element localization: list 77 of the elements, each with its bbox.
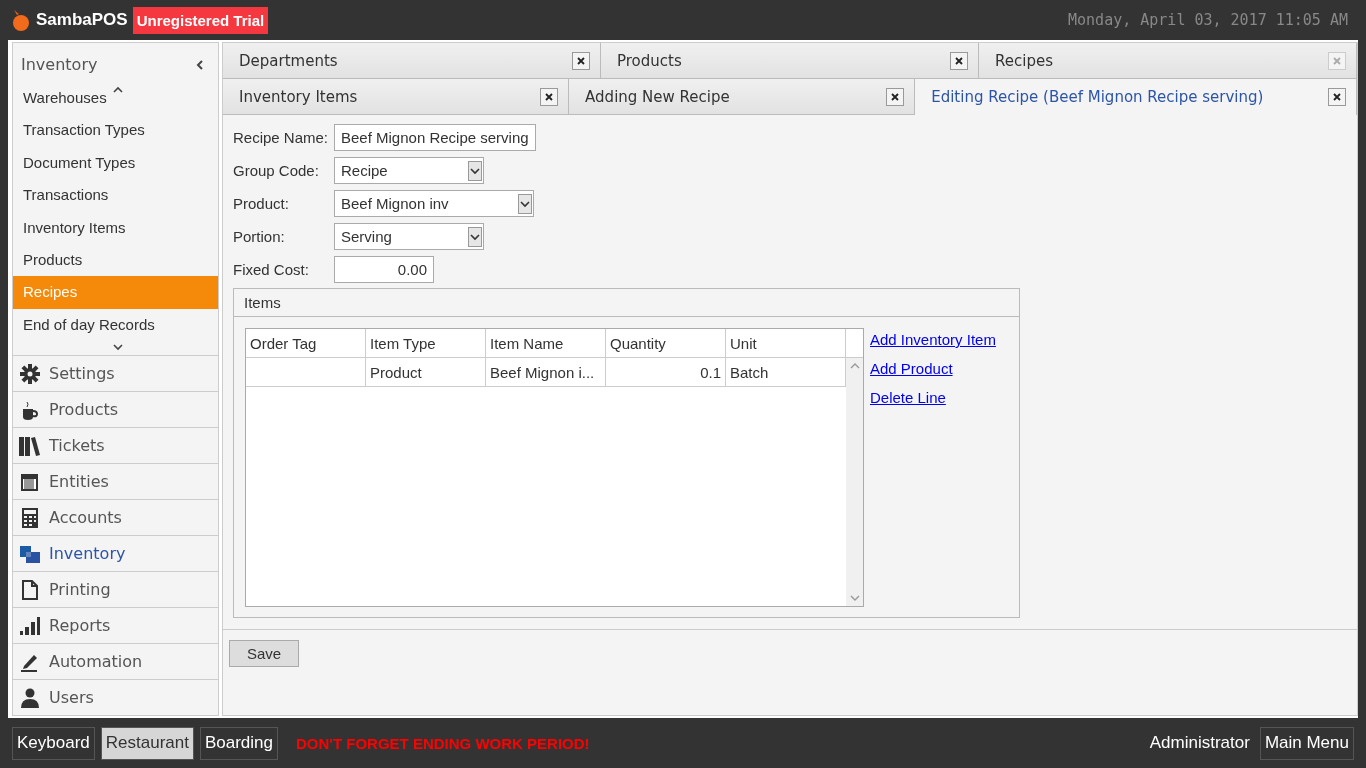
mode-button[interactable]: Keyboard xyxy=(12,726,95,760)
books-icon xyxy=(19,434,41,457)
field-label: Portion: xyxy=(233,228,286,245)
link[interactable]: Delete Line xyxy=(870,389,996,406)
tab[interactable]: Recipes xyxy=(979,43,1357,79)
table-cell: Product xyxy=(366,358,486,386)
sidebar-item[interactable]: Transaction Types xyxy=(13,114,218,147)
tab[interactable]: Departments xyxy=(223,43,601,79)
calculator-icon xyxy=(19,506,41,529)
sidebar-item[interactable]: Transactions xyxy=(13,179,218,212)
field-label: Recipe Name: xyxy=(233,129,330,146)
mode-button[interactable]: Boarding xyxy=(199,726,278,760)
module-button[interactable]: Reports xyxy=(13,608,218,644)
close-button[interactable] xyxy=(1328,88,1346,106)
dropdown[interactable]: Beef Mignon inv xyxy=(334,190,534,217)
sidebar-item[interactable]: Warehouses xyxy=(13,82,218,115)
field-label: Group Code: xyxy=(233,162,320,179)
scroll-up-icon[interactable] xyxy=(113,86,123,93)
column-header: Item Name xyxy=(486,329,606,357)
user-icon xyxy=(19,686,41,709)
tab[interactable]: Inventory Items xyxy=(223,79,570,115)
dropdown[interactable]: Serving xyxy=(334,223,484,250)
tab[interactable]: Adding New Recipe xyxy=(569,79,916,115)
field-label: Product: xyxy=(233,195,290,212)
link[interactable]: Add Inventory Item xyxy=(870,331,996,348)
page-icon xyxy=(19,578,41,601)
group-title: Items xyxy=(244,294,281,311)
sidebar-item[interactable]: Products xyxy=(13,243,218,277)
module-button[interactable]: Printing xyxy=(13,572,218,608)
date-time: Monday, April 03, 2017 11:05 AM xyxy=(1068,11,1348,29)
sidebar-item[interactable]: End of day Records xyxy=(13,308,218,342)
tab[interactable]: Editing Recipe (Beef Mignon Recipe serving) xyxy=(915,79,1357,115)
gear-icon xyxy=(19,362,41,385)
module-button[interactable]: Automation xyxy=(13,644,218,680)
close-button[interactable] xyxy=(886,87,905,106)
column-header: Unit xyxy=(726,329,846,357)
close-button[interactable] xyxy=(950,51,968,70)
bars-icon xyxy=(19,614,41,637)
number-field[interactable]: 0.00 xyxy=(334,256,434,283)
main-menu-button[interactable]: Main Menu xyxy=(1259,726,1354,760)
save-button[interactable]: Save xyxy=(229,640,299,667)
close-icon xyxy=(1333,93,1341,101)
module-button[interactable]: Tickets xyxy=(13,428,218,464)
apple-logo-icon xyxy=(10,8,32,32)
link[interactable]: Add Product xyxy=(870,360,996,377)
module-button[interactable]: Entities xyxy=(13,464,218,500)
module-button[interactable]: Accounts xyxy=(13,500,218,536)
mode-button[interactable]: Restaurant xyxy=(100,726,194,760)
close-icon xyxy=(545,92,554,101)
section-title: Inventory xyxy=(21,55,98,74)
sidebar-item[interactable]: Inventory Items xyxy=(13,211,218,244)
close-icon xyxy=(577,56,585,65)
dropdown[interactable]: Recipe xyxy=(334,157,484,184)
user-name: Administrator xyxy=(1149,733,1250,753)
close-button[interactable] xyxy=(572,51,590,70)
sidebar-item[interactable]: Document Types xyxy=(13,146,218,180)
module-button[interactable]: Inventory xyxy=(13,536,218,572)
column-header: Item Type xyxy=(366,329,486,357)
scroll-down-icon[interactable] xyxy=(113,344,123,351)
tab[interactable]: Products xyxy=(601,43,979,79)
column-header: Quantity xyxy=(606,329,726,357)
field-label: Fixed Cost: xyxy=(233,261,310,278)
text-field[interactable]: Beef Mignon Recipe serving xyxy=(334,124,536,151)
table-cell: 0.1 xyxy=(606,358,726,386)
close-icon xyxy=(1333,56,1341,65)
close-icon xyxy=(955,56,963,65)
close-icon xyxy=(891,92,900,101)
table-cell: Beef Mignon i... xyxy=(486,358,606,386)
warning-text: DON'T FORGET ENDING WORK PERIOD! xyxy=(296,734,590,752)
collapse-icon[interactable] xyxy=(196,59,204,70)
column-header: Order Tag xyxy=(246,329,366,357)
module-button[interactable]: Users xyxy=(13,680,218,715)
module-button[interactable]: Settings xyxy=(13,356,218,392)
module-button[interactable]: Products xyxy=(13,392,218,428)
close-button[interactable] xyxy=(540,87,559,106)
app-name: SambaPOS xyxy=(36,10,128,30)
trial-badge: Unregistered Trial xyxy=(132,6,269,34)
